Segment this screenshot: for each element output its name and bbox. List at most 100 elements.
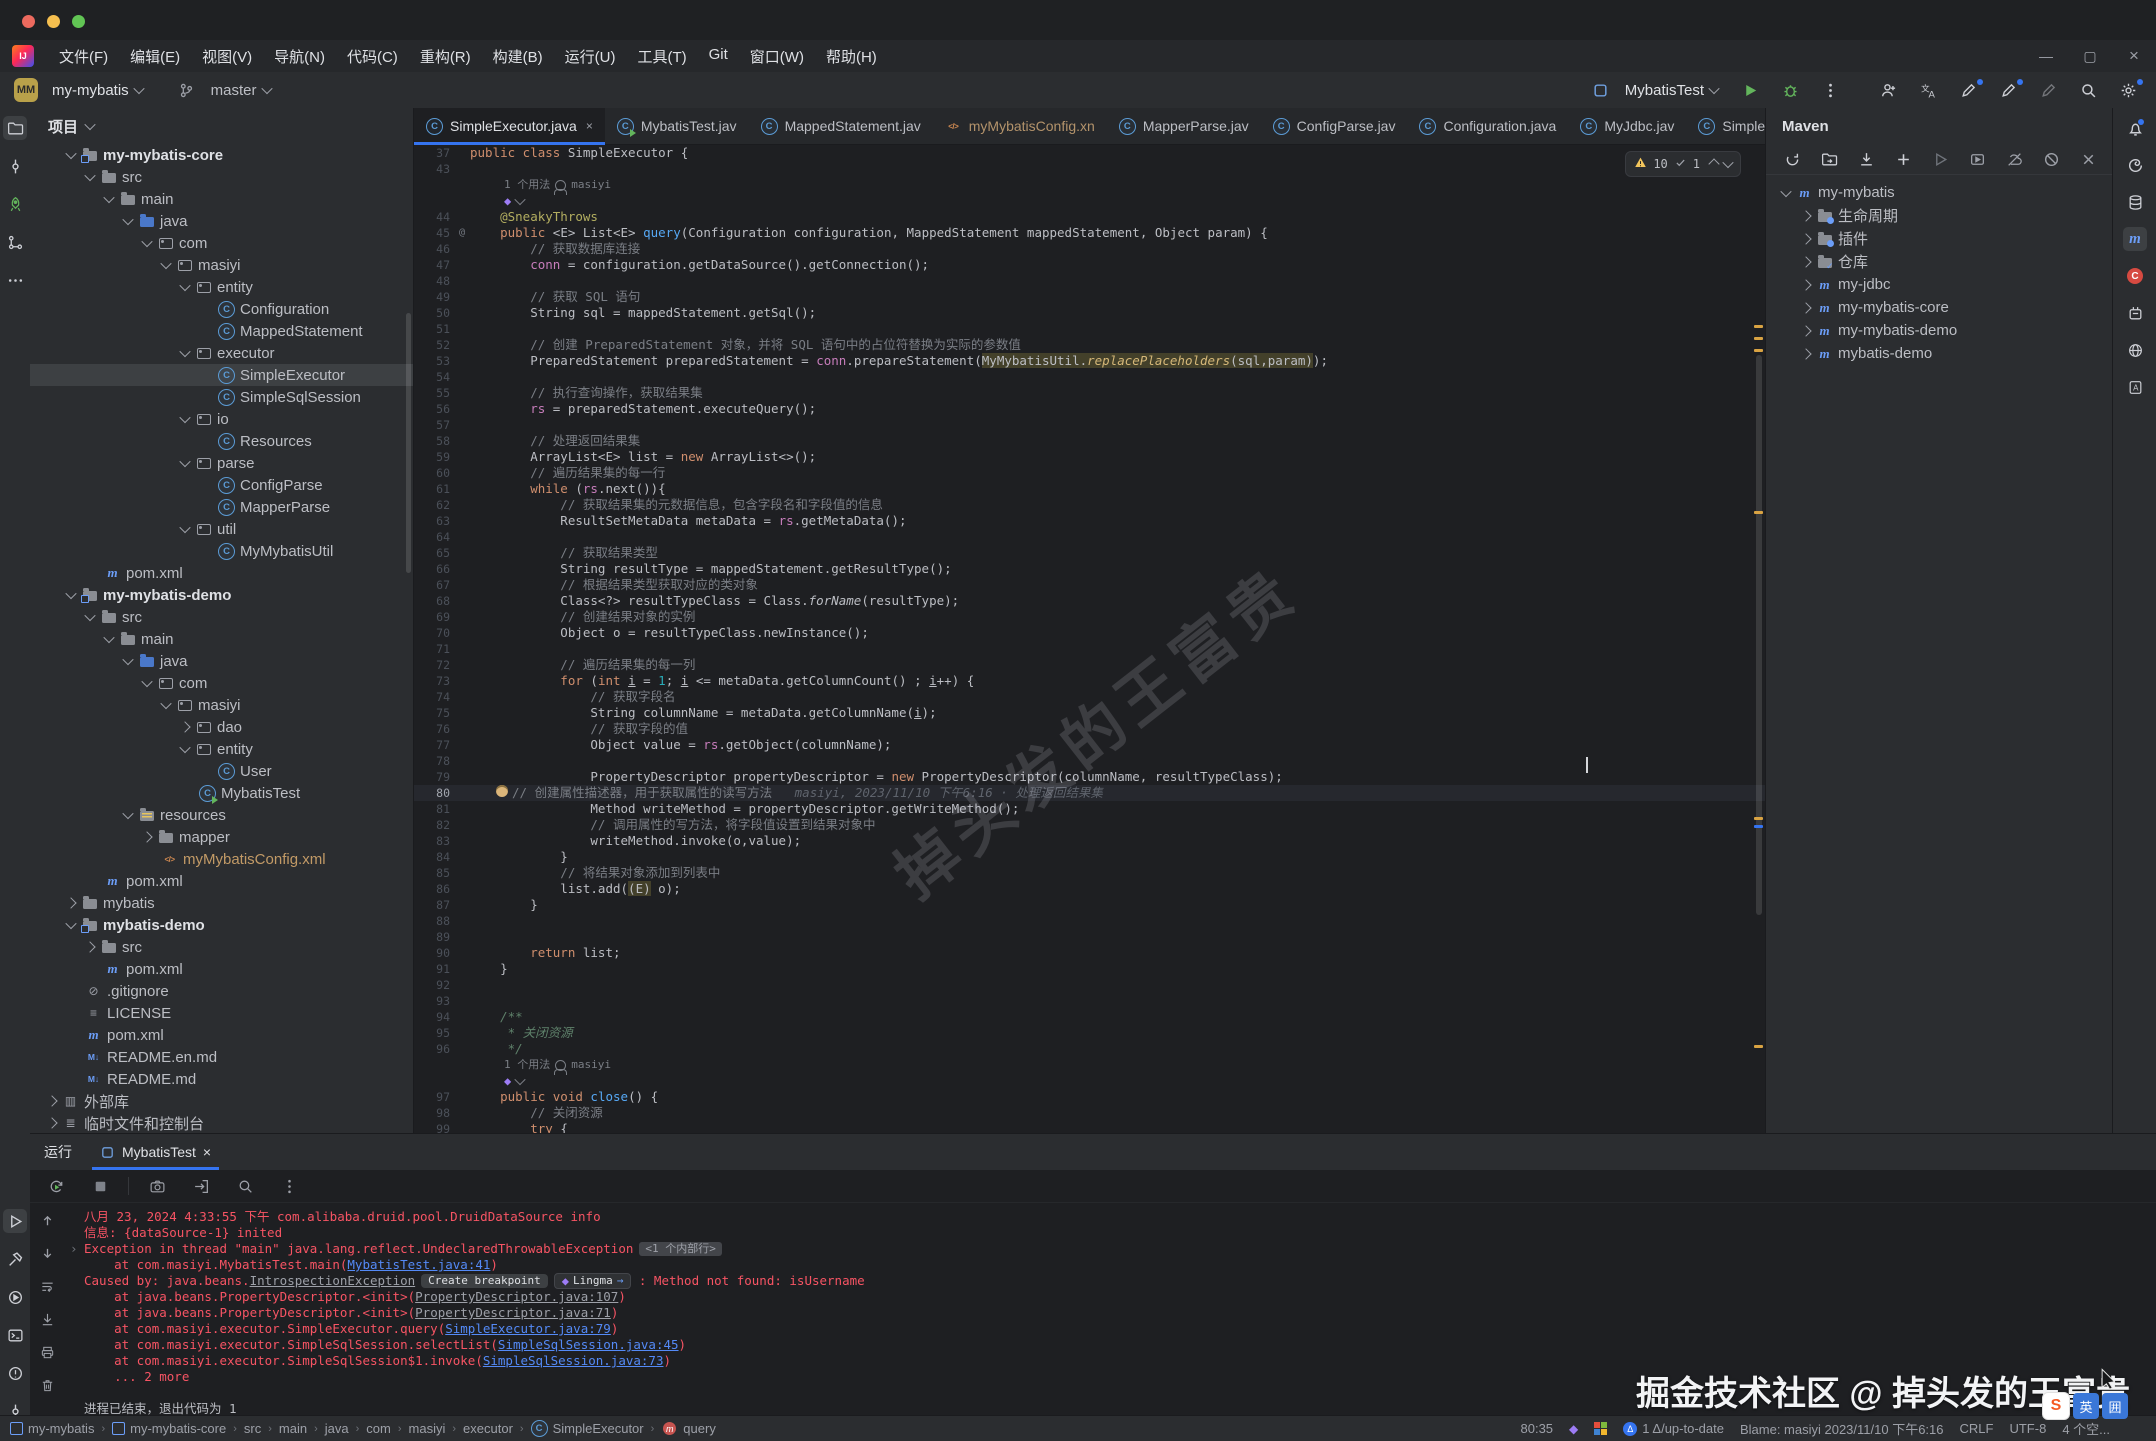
tree-item-masiyi[interactable]: masiyi [30,254,413,276]
code-line-84[interactable]: 84 } [414,849,1765,865]
editor-tab-MyJdbc.jav[interactable]: CMyJdbc.jav [1568,108,1686,144]
inlay-hint[interactable]: ◆ [414,193,1765,209]
maven-item-mybatis-demo[interactable]: mmybatis-demo [1766,342,2113,365]
menu-构建(B)[interactable]: 构建(B) [482,42,554,71]
status-UTF-8[interactable]: UTF-8 [2009,1421,2046,1436]
code-line-60[interactable]: 60 // 遍历结果集的每一行 [414,465,1765,481]
editor-tab-MappedStatement.jav[interactable]: CMappedStatement.jav [749,108,933,144]
more-icon[interactable] [271,1172,307,1200]
commit-icon[interactable] [3,154,27,178]
ime-tray-icon[interactable] [1594,1422,1607,1435]
sync-status-icon[interactable]: Δ1 Δ/up-to-date [1623,1421,1724,1436]
usages-hint[interactable]: 1 个用法 [504,177,550,193]
code-line-96[interactable]: 96 */ [414,1041,1765,1057]
down-stack-icon[interactable] [40,1246,55,1266]
editor-tab-SimpleSqlSession.jav[interactable]: CSimpleSqlSession.jav [1686,108,1765,144]
code-line-54[interactable]: 54 [414,369,1765,385]
tree-item-parse[interactable]: parse [30,452,413,474]
maven-icon[interactable]: m [2123,227,2147,251]
maven-item-my-jdbc[interactable]: mmy-jdbc [1766,273,2113,296]
menu-导航(N)[interactable]: 导航(N) [263,42,336,71]
chevron-right-icon[interactable] [1800,279,1811,290]
code-line-78[interactable]: 78 [414,753,1765,769]
code-line-68[interactable]: 68 Class<?> resultTypeClass = Class.forN… [414,593,1765,609]
terminal-icon[interactable] [3,1323,27,1347]
chevron-down-icon[interactable] [515,194,526,205]
notifications-bell-icon[interactable] [2123,116,2147,140]
chevron-down-icon[interactable] [65,918,76,929]
error-stripe-mark[interactable] [1754,1045,1763,1048]
settings-button[interactable] [2110,76,2146,104]
menu-重构(R)[interactable]: 重构(R) [409,42,482,71]
breadcrumb-query[interactable]: mquery [661,1421,716,1437]
tree-item-Resources[interactable]: CResources [30,430,413,452]
stacktrace-link[interactable]: IntrospectionException [250,1273,416,1289]
tree-item-README.md[interactable]: M↓README.md [30,1068,413,1090]
inspections-widget[interactable]: 10 1 [1625,151,1741,177]
code-line-91[interactable]: 91 } [414,961,1765,977]
code-line-55[interactable]: 55 // 执行查询操作，获取结果集 [414,385,1765,401]
up-stack-icon[interactable] [40,1213,55,1233]
debug-button[interactable] [1772,76,1808,104]
chevron-down-icon[interactable] [84,170,95,181]
close-icon[interactable] [2072,147,2104,171]
tree-item-pom.xml[interactable]: mpom.xml [30,1024,413,1046]
tree-item-LICENSE[interactable]: ≡LICENSE [30,1002,413,1024]
ai-assistant-icon[interactable] [2123,153,2147,177]
close-tab-icon[interactable]: × [586,119,593,133]
chevron-down-icon[interactable] [515,1074,526,1085]
chevron-down-icon[interactable] [160,698,171,709]
tree-item-ConfigParse[interactable]: CConfigParse [30,474,413,496]
project-scrollbar[interactable] [406,313,411,573]
code-line-95[interactable]: 95 * 关闭资源 [414,1025,1765,1041]
chevron-right-icon[interactable] [141,831,152,842]
status-4 个空...[interactable]: 4 个空... [2062,1419,2110,1438]
code-line-57[interactable]: 57 [414,417,1765,433]
code-line-70[interactable]: 70 Object o = resultTypeClass.newInstanc… [414,625,1765,641]
build-hammer-icon[interactable] [3,1247,27,1271]
usages-hint[interactable]: 1 个用法 [504,1057,550,1073]
rocket-icon[interactable] [3,192,27,216]
chevron-down-icon[interactable] [103,632,114,643]
tree-item-executor[interactable]: executor [30,342,413,364]
tree-item-entity[interactable]: entity [30,276,413,298]
editor-tab-Configuration.java[interactable]: CConfiguration.java [1407,108,1568,144]
code-line-43[interactable]: 43 [414,161,1765,177]
code-line-71[interactable]: 71 [414,641,1765,657]
code-line-94[interactable]: 94 /** [414,1009,1765,1025]
tree-item-entity[interactable]: entity [30,738,413,760]
code-line-59[interactable]: 59 ArrayList<E> list = new ArrayList<>()… [414,449,1765,465]
tree-item-外部库[interactable]: ▥外部库 [30,1090,413,1112]
tree-item-main[interactable]: main [30,188,413,210]
window-minimize-button[interactable]: — [2024,40,2068,72]
project-panel-title[interactable]: 项目 [48,116,78,137]
code-line-89[interactable]: 89 [414,929,1765,945]
code-line-97[interactable]: 97 public void close() { [414,1089,1765,1105]
maximize-traffic-light[interactable] [72,15,85,28]
tree-item-mybatis-demo[interactable]: mybatis-demo [30,914,413,936]
code-line-46[interactable]: 46 // 获取数据库连接 [414,241,1765,257]
maven-item-生命周期[interactable]: 生命周期 [1766,204,2113,227]
chevron-right-icon[interactable] [1800,210,1811,221]
chevron-right-icon[interactable] [65,897,76,908]
tree-item-Configuration[interactable]: CConfiguration [30,298,413,320]
code-line-63[interactable]: 63 ResultSetMetaData metaData = rs.getMe… [414,513,1765,529]
lingma-chip[interactable]: ◆Lingma→ [554,1273,632,1289]
create-breakpoint-chip[interactable]: Create breakpoint [421,1274,548,1288]
menu-编辑(E)[interactable]: 编辑(E) [119,42,191,71]
tree-item-com[interactable]: com [30,672,413,694]
code-line-90[interactable]: 90 return list; [414,945,1765,961]
tree-item-resources[interactable]: resources [30,804,413,826]
error-stripe-mark[interactable] [1754,349,1763,352]
chevron-right-icon[interactable] [1800,348,1811,359]
breadcrumb-SimpleExecutor[interactable]: CSimpleExecutor [531,1421,644,1437]
breadcrumb-main[interactable]: main [279,1421,307,1436]
code-line-81[interactable]: 81 Method writeMethod = propertyDescript… [414,801,1765,817]
search-console-icon[interactable] [227,1172,263,1200]
import-test-icon[interactable] [183,1172,219,1200]
tree-item-io[interactable]: io [30,408,413,430]
editor-tab-myMybatisConfig.xn[interactable]: </>myMybatisConfig.xn [933,108,1107,144]
inlay-hint[interactable]: 1 个用法masiyi [414,1057,1765,1073]
branch-widget[interactable]: master [169,76,271,104]
code-line-50[interactable]: 50 String sql = mappedStatement.getSql()… [414,305,1765,321]
